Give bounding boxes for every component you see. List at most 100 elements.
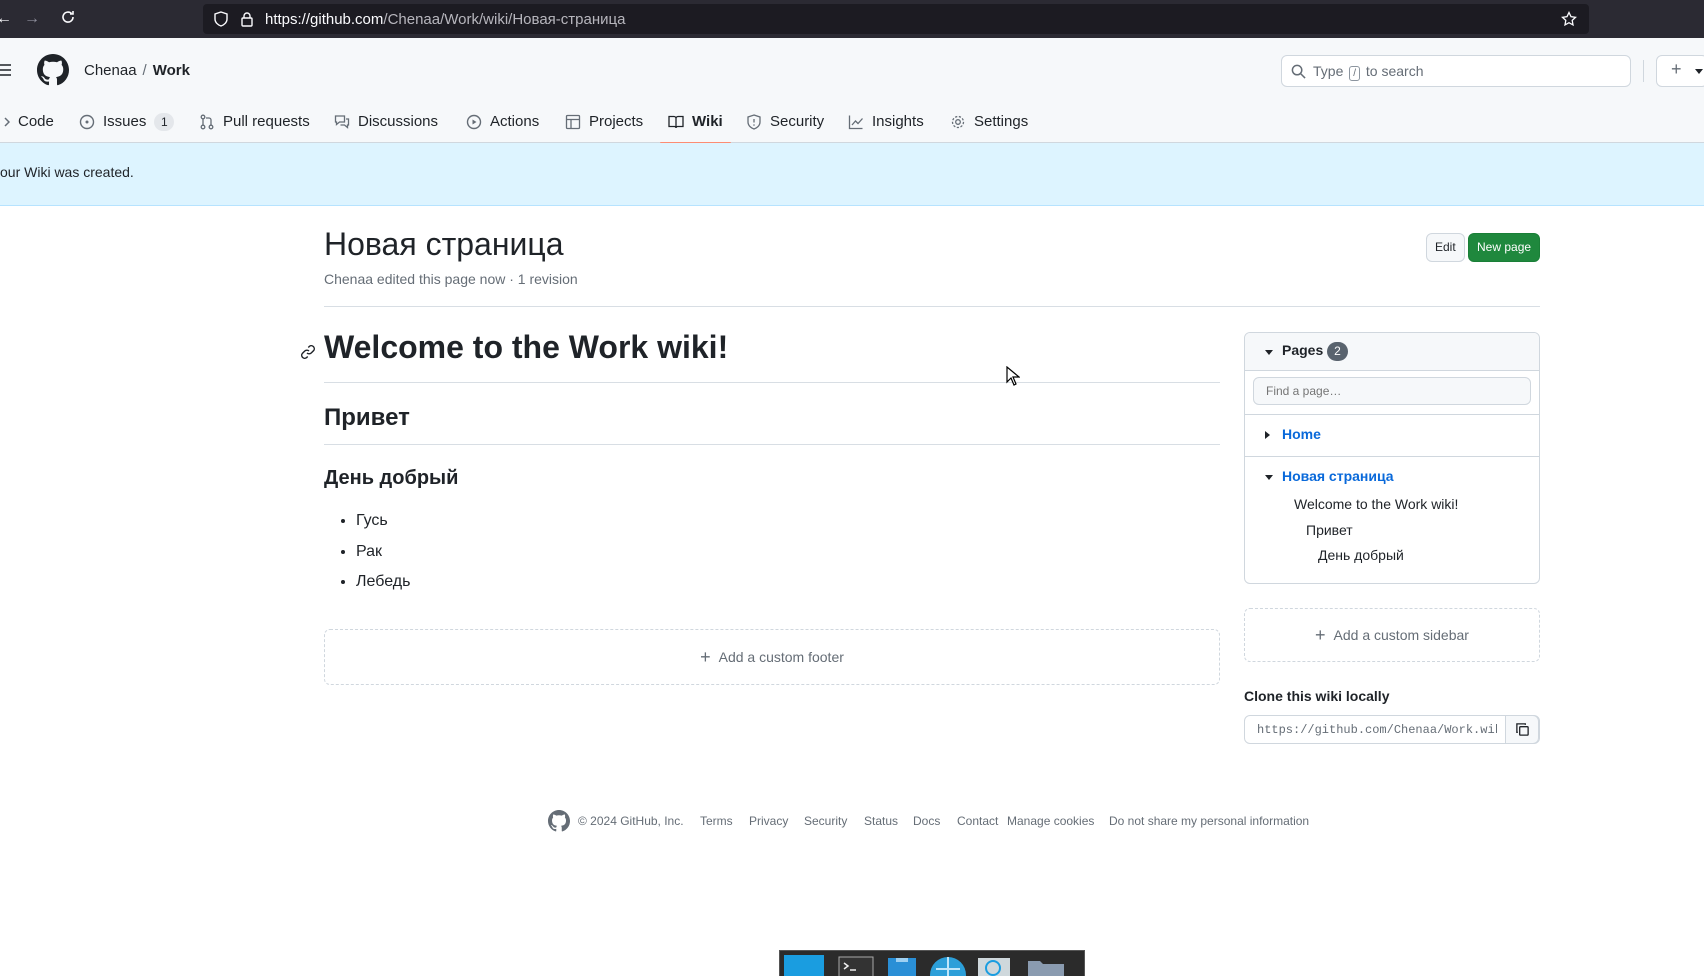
footer-link-docs[interactable]: Docs bbox=[913, 814, 940, 828]
tab-security[interactable]: Security bbox=[746, 100, 824, 143]
tab-settings[interactable]: Settings bbox=[950, 100, 1028, 143]
footer-link-contact[interactable]: Contact bbox=[957, 814, 998, 828]
clone-url-field[interactable]: https://github.com/Chenaa/Work.wiki.git bbox=[1244, 715, 1540, 744]
search-placeholder-post: to search bbox=[1365, 63, 1424, 79]
tab-code[interactable]: Code bbox=[0, 100, 54, 143]
tab-security-label: Security bbox=[770, 113, 825, 130]
add-custom-sidebar-label: Add a custom sidebar bbox=[1333, 627, 1469, 643]
tab-insights-label: Insights bbox=[872, 113, 924, 130]
link-icon[interactable] bbox=[300, 344, 316, 360]
back-arrow-icon[interactable]: ← bbox=[0, 9, 14, 29]
toc-link[interactable]: День добрый bbox=[1318, 547, 1404, 563]
tab-issues[interactable]: Issues 1 bbox=[79, 100, 175, 143]
search-icon bbox=[1291, 64, 1306, 79]
list-item: Рак bbox=[356, 543, 410, 574]
files-icon[interactable] bbox=[884, 955, 922, 976]
pages-toggle[interactable]: Pages 2 bbox=[1245, 333, 1539, 371]
play-icon bbox=[466, 114, 482, 129]
plus-icon: + bbox=[1671, 59, 1682, 79]
toc-link[interactable]: Привет bbox=[1306, 522, 1353, 538]
owner-link[interactable]: Chenaa bbox=[84, 62, 137, 79]
pages-panel: Pages 2 Home Новая страница Welcome to t… bbox=[1244, 332, 1540, 584]
copy-button[interactable] bbox=[1505, 715, 1539, 744]
footer-link-manage-cookies[interactable]: Manage cookies bbox=[1007, 814, 1094, 828]
forward-arrow-icon[interactable]: → bbox=[22, 9, 42, 29]
chevron-right-icon[interactable] bbox=[1265, 431, 1270, 439]
footer-copyright: © 2024 GitHub, Inc. bbox=[578, 814, 684, 828]
mouse-cursor-icon bbox=[1006, 366, 1020, 386]
graph-icon bbox=[848, 115, 863, 129]
search-magnifier-icon[interactable] bbox=[976, 955, 1014, 976]
chevron-down-icon[interactable] bbox=[1265, 475, 1273, 480]
tab-actions[interactable]: Actions bbox=[466, 100, 539, 143]
url-host: https://github.com bbox=[265, 11, 384, 28]
plus-icon: + bbox=[1315, 624, 1326, 645]
table-icon bbox=[565, 114, 581, 129]
page-meta: Chenaa edited this page now · 1 revision bbox=[324, 271, 578, 287]
toc-link[interactable]: Welcome to the Work wiki! bbox=[1294, 496, 1458, 512]
tab-discussions[interactable]: Discussions bbox=[334, 100, 438, 143]
github-logo-icon[interactable] bbox=[37, 54, 69, 86]
footer-link-privacy[interactable]: Privacy bbox=[749, 814, 788, 828]
flash-message: our Wiki was created. bbox=[0, 164, 134, 180]
menu-icon[interactable] bbox=[0, 62, 12, 78]
folder-icon[interactable] bbox=[1026, 955, 1064, 976]
search-input[interactable]: Type / to search bbox=[1281, 55, 1631, 87]
divider bbox=[324, 306, 1540, 307]
gear-icon bbox=[951, 115, 965, 128]
footer-link-status[interactable]: Status bbox=[864, 814, 898, 828]
lock-icon[interactable] bbox=[239, 11, 255, 27]
issue-opened-icon bbox=[79, 114, 95, 129]
url-text[interactable]: https://github.com/Chenaa/Work/wiki/Нова… bbox=[265, 11, 625, 28]
list-item: Гусь bbox=[356, 512, 410, 543]
repo-header: Chenaa / Work Type / to search + Code Issu… bbox=[0, 38, 1704, 144]
find-page-input[interactable] bbox=[1253, 377, 1531, 405]
page-link-new-page[interactable]: Новая страница bbox=[1282, 468, 1394, 484]
clone-url-value[interactable]: https://github.com/Chenaa/Work.wiki.git bbox=[1257, 723, 1497, 737]
git-pull-request-icon bbox=[200, 114, 214, 129]
list-item: Лебедь bbox=[356, 573, 410, 604]
search-slash-key: / bbox=[1349, 66, 1361, 81]
edit-button[interactable]: Edit bbox=[1426, 233, 1465, 262]
url-path: /Chenaa/Work/wiki/Новая-страница bbox=[383, 11, 626, 28]
bookmark-star-icon[interactable] bbox=[1561, 11, 1577, 27]
breadcrumb: Chenaa / Work bbox=[84, 62, 190, 79]
tab-projects-label: Projects bbox=[589, 113, 644, 130]
tab-projects[interactable]: Projects bbox=[565, 100, 643, 143]
create-new-button[interactable]: + bbox=[1656, 55, 1704, 87]
shield-icon bbox=[747, 113, 761, 130]
reload-icon[interactable] bbox=[58, 9, 78, 29]
clone-heading: Clone this wiki locally bbox=[1244, 688, 1390, 704]
heading-rule bbox=[324, 444, 1220, 445]
terminal-icon[interactable] bbox=[838, 955, 876, 976]
heading-rule bbox=[324, 382, 1220, 383]
page-link-home[interactable]: Home bbox=[1282, 426, 1321, 442]
tab-pull-requests[interactable]: Pull requests bbox=[199, 100, 310, 143]
desktop-icon[interactable] bbox=[784, 955, 824, 976]
address-bar[interactable]: https://github.com/Chenaa/Work/wiki/Нова… bbox=[203, 4, 1589, 34]
add-custom-footer-button[interactable]: + Add a custom footer bbox=[324, 629, 1220, 685]
shield-icon[interactable] bbox=[213, 11, 229, 27]
flash-banner: our Wiki was created. bbox=[0, 143, 1704, 206]
pages-count-badge: 2 bbox=[1327, 342, 1348, 361]
footer-link-security[interactable]: Security bbox=[804, 814, 847, 828]
footer-link-terms[interactable]: Terms bbox=[700, 814, 733, 828]
breadcrumb-separator: / bbox=[142, 62, 147, 79]
new-page-button[interactable]: New page bbox=[1468, 233, 1541, 262]
comment-discussion-icon bbox=[334, 114, 350, 129]
wiki-heading-1: Welcome to the Work wiki! bbox=[324, 329, 729, 365]
browser-globe-icon[interactable] bbox=[930, 955, 968, 976]
chevron-down-icon bbox=[1695, 69, 1703, 74]
tab-actions-label: Actions bbox=[490, 113, 540, 130]
repo-link[interactable]: Work bbox=[153, 62, 190, 79]
plus-icon: + bbox=[700, 646, 711, 667]
github-logo-icon[interactable] bbox=[548, 810, 570, 832]
sidebar-item-new-page[interactable]: Новая страница Welcome to the Work wiki!… bbox=[1245, 456, 1539, 583]
sidebar-item-home[interactable]: Home bbox=[1245, 414, 1539, 456]
wiki-heading-3: День добрый bbox=[324, 467, 459, 489]
page-title: Новая страница bbox=[324, 226, 564, 262]
tab-insights[interactable]: Insights bbox=[848, 100, 924, 143]
tab-wiki[interactable]: Wiki bbox=[660, 100, 731, 144]
footer-link-do-not-share[interactable]: Do not share my personal information bbox=[1109, 814, 1309, 828]
add-custom-sidebar-button[interactable]: + Add a custom sidebar bbox=[1244, 608, 1540, 662]
